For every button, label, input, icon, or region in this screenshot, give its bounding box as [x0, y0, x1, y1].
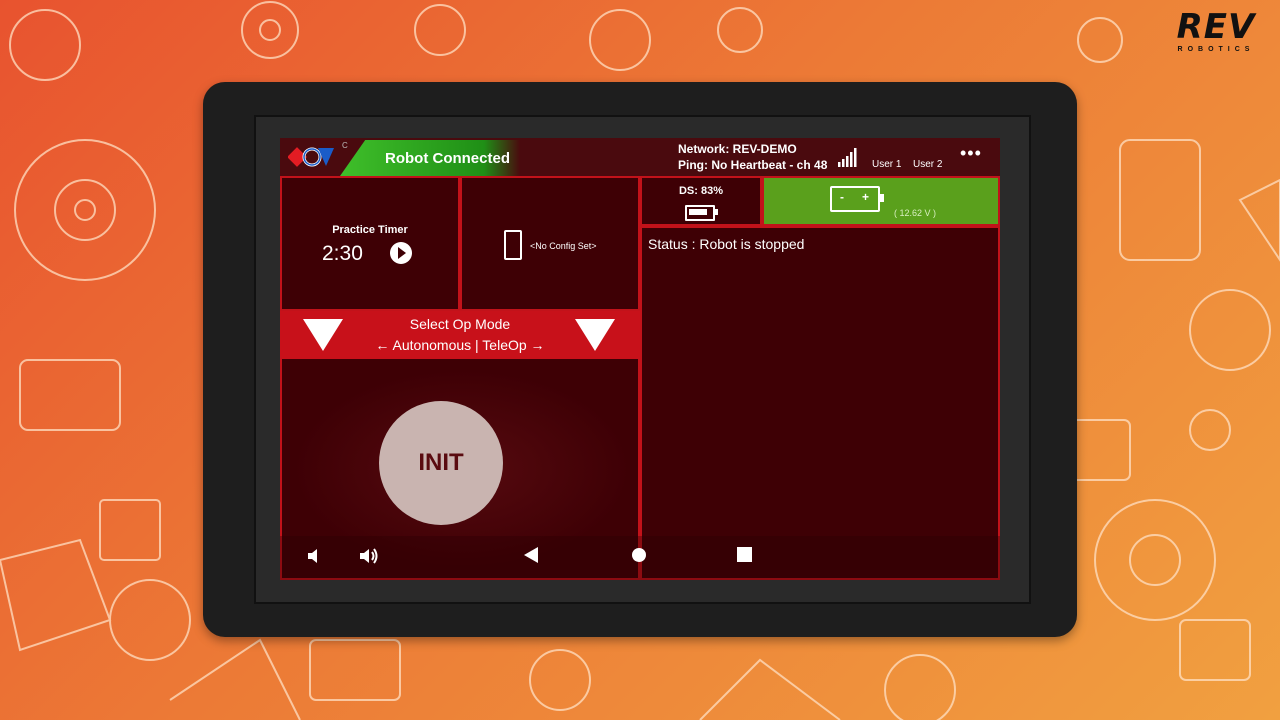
signal-strength-icon: [838, 148, 857, 167]
rev-robotics-logo: REV ROBOTICS: [1166, 10, 1266, 53]
robot-config-icon: [504, 230, 522, 260]
volume-down-icon[interactable]: [306, 546, 326, 566]
rev-logo-subtext: ROBOTICS: [1177, 46, 1255, 53]
more-options-icon[interactable]: •••: [960, 144, 982, 162]
robot-connection-status: Robot Connected: [340, 140, 520, 176]
back-icon[interactable]: [524, 547, 538, 563]
init-button[interactable]: INIT: [379, 401, 503, 525]
op-mode-selector[interactable]: Select Op Mode ← Autonomous | TeleOp →: [280, 311, 640, 359]
recent-apps-icon[interactable]: [737, 547, 752, 562]
robot-battery-icon: - +: [830, 186, 884, 212]
corner-mark: C: [342, 141, 348, 150]
timer-play-button[interactable]: [390, 242, 412, 264]
user1-gamepad-label: User 1: [872, 159, 902, 170]
practice-timer-title: Practice Timer: [332, 224, 408, 236]
teleop-dropdown-arrow[interactable]: [575, 319, 615, 351]
config-label: <No Config Set>: [530, 241, 597, 251]
rev-logo-text: REV: [1176, 7, 1256, 47]
battery-plus: +: [862, 190, 870, 204]
practice-timer-value: 2:30: [322, 242, 363, 265]
robot-battery-voltage: ( 12.62 V ): [894, 208, 937, 218]
status-bar: Robot Connected C Network: REV-DEMO Ping…: [280, 138, 1000, 176]
ping-status: Ping: No Heartbeat - ch 48: [678, 158, 828, 172]
home-icon[interactable]: [632, 548, 646, 562]
ds-battery-icon: [685, 205, 718, 221]
ds-battery-label: DS: 83%: [678, 185, 724, 197]
battery-minus: -: [840, 190, 844, 204]
robot-status-text: Status : Robot is stopped: [648, 236, 805, 252]
robot-battery-panel: - + ( 12.62 V ): [762, 176, 1000, 226]
driver-station-screen: Robot Connected C Network: REV-DEMO Ping…: [280, 138, 1000, 580]
user2-gamepad-label: User 2: [913, 159, 943, 170]
first-logo-icon: [288, 147, 334, 167]
network-name: Network: REV-DEMO: [678, 142, 797, 156]
status-panel: Status : Robot is stopped: [640, 226, 1000, 580]
android-nav-bar: [280, 536, 1000, 580]
volume-up-icon[interactable]: [358, 546, 380, 566]
config-panel[interactable]: <No Config Set>: [460, 176, 640, 311]
practice-timer-panel[interactable]: Practice Timer 2:30: [280, 176, 460, 311]
driver-station-battery-panel: DS: 83%: [640, 176, 762, 226]
network-info: Network: REV-DEMO Ping: No Heartbeat - c…: [678, 141, 827, 173]
